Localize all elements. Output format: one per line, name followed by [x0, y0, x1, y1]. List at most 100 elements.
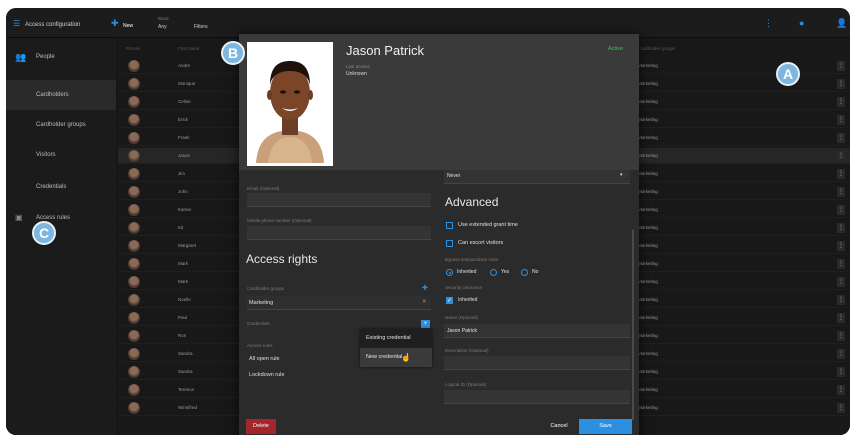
app-window: ☰ Access configuration ✚ New Basic Any F…	[6, 8, 850, 435]
row-menu-icon[interactable]: ⋮	[837, 295, 845, 305]
avatar	[128, 114, 140, 126]
add-group-icon[interactable]: ✚	[422, 284, 428, 292]
sidebar-item-cardholders[interactable]: Cardholders	[6, 80, 116, 110]
sidebar-section-people[interactable]: 👥 People	[6, 42, 116, 72]
name-value: Jason Patrick	[447, 328, 478, 334]
avatar	[128, 168, 140, 180]
column-header-first-name[interactable]: First name	[178, 46, 199, 51]
row-menu-icon[interactable]: ⋮	[837, 385, 845, 395]
sidebar-item-label: Visitors	[36, 152, 56, 158]
group-cell: Marketing	[638, 153, 658, 158]
sidebar: 👥 People Cardholders Cardholder groups V…	[6, 38, 116, 435]
first-name-cell: Erick	[178, 117, 188, 122]
avatar	[128, 240, 140, 252]
dialog-scrollbar[interactable]	[632, 230, 634, 420]
group-cell: Marketing	[638, 351, 658, 356]
expiry-value: Never	[447, 173, 461, 179]
row-menu-icon[interactable]: ⋮	[837, 169, 845, 179]
credential-menu: Existing credential New credential ☝	[360, 329, 432, 367]
access-rule-item[interactable]: Lockdown rule	[249, 372, 284, 378]
filters-button[interactable]: Filters	[194, 24, 208, 30]
escort-checkbox[interactable]	[446, 240, 453, 247]
row-menu-icon[interactable]: ⋮	[837, 241, 845, 251]
avatar	[128, 132, 140, 144]
row-menu-icon[interactable]: ⋮	[837, 223, 845, 233]
row-menu-icon[interactable]: ⋮	[837, 205, 845, 215]
plus-icon[interactable]: ✚	[111, 18, 119, 29]
avatar	[128, 402, 140, 414]
menu-item-existing-credential[interactable]: Existing credential	[360, 329, 432, 348]
access-rules-label: Access rules	[247, 343, 273, 348]
globe-icon[interactable]: ●	[799, 18, 804, 28]
add-credential-button[interactable]: +	[421, 320, 430, 328]
row-menu-icon[interactable]: ⋮	[837, 79, 845, 89]
first-name-cell: Mark	[178, 261, 188, 266]
group-cell: Marketing	[638, 117, 658, 122]
row-menu-icon[interactable]: ⋮	[837, 115, 845, 125]
cancel-button[interactable]: Cancel	[543, 419, 575, 434]
sidebar-item-visitors[interactable]: Visitors	[6, 140, 116, 170]
first-name-cell: Margaret	[178, 243, 197, 248]
remove-group-icon[interactable]: ✕	[422, 299, 427, 305]
menu-icon[interactable]: ☰	[13, 19, 20, 28]
description-field[interactable]	[444, 356, 630, 370]
last-access-label: Last access	[346, 64, 370, 69]
cardholder-name: Jason Patrick	[346, 43, 425, 58]
row-menu-icon[interactable]: ⋮	[837, 133, 845, 143]
any-dropdown[interactable]: Any	[158, 24, 167, 30]
row-menu-icon[interactable]: ⋮	[837, 349, 845, 359]
radio-no[interactable]	[521, 269, 528, 276]
sidebar-item-label: Credentials	[36, 184, 67, 190]
row-menu-icon[interactable]: ⋮	[837, 331, 845, 341]
row-menu-icon[interactable]: ⋮	[837, 61, 845, 71]
row-menu-icon[interactable]: ⋮	[837, 277, 845, 287]
first-name-cell: Celine	[178, 99, 191, 104]
row-menu-icon[interactable]: ⋮	[837, 97, 845, 107]
more-vert-icon[interactable]: ⋮	[764, 18, 773, 29]
save-button[interactable]: Save	[579, 419, 632, 434]
access-rules-icon: ▣	[15, 213, 23, 222]
group-cell: Marketing	[638, 261, 658, 266]
first-name-cell: Andre	[178, 63, 191, 68]
user-icon[interactable]: 👤	[836, 18, 847, 29]
first-name-cell: Monique	[178, 81, 196, 86]
new-button[interactable]: New	[123, 23, 133, 29]
phone-field[interactable]	[247, 226, 431, 240]
extended-grant-label: Use extended grant time	[458, 222, 518, 228]
group-cell: Marketing	[638, 243, 658, 248]
row-menu-icon[interactable]: ⋮	[837, 259, 845, 269]
cardholder-groups-label: Cardholder groups	[247, 286, 285, 291]
row-menu-icon[interactable]: ⋮	[837, 367, 845, 377]
row-menu-icon[interactable]: ⋮	[837, 403, 845, 413]
access-rule-item[interactable]: All open rule	[249, 356, 280, 362]
last-access-value: Unknown	[346, 71, 367, 77]
basic-label: Basic	[158, 16, 170, 21]
expiry-dropdown[interactable]	[444, 170, 630, 184]
row-menu-icon[interactable]: ⋮	[837, 187, 845, 197]
status-badge[interactable]: Active	[608, 46, 623, 52]
first-name-cell: Kit	[178, 225, 184, 230]
group-cell: Marketing	[638, 189, 658, 194]
delete-button[interactable]: Delete	[246, 419, 276, 434]
avatar	[128, 222, 140, 234]
first-name-cell: Winnifred	[178, 405, 198, 410]
column-header-groups[interactable]: Cardholder groups	[638, 46, 675, 51]
avatar	[128, 312, 140, 324]
menu-item-new-credential[interactable]: New credential	[360, 348, 432, 367]
email-label: Email (Optional)	[247, 186, 280, 191]
email-field[interactable]	[247, 193, 431, 207]
row-menu-icon[interactable]: ⋮	[837, 151, 845, 161]
column-header-picture[interactable]: Picture	[126, 46, 140, 51]
extended-grant-checkbox[interactable]	[446, 222, 453, 229]
group-cell: Marketing	[638, 333, 658, 338]
sidebar-item-credentials[interactable]: Credentials	[6, 172, 116, 202]
sidebar-item-cardholder-groups[interactable]: Cardholder groups	[6, 110, 116, 140]
radio-yes[interactable]	[490, 269, 497, 276]
row-menu-icon[interactable]: ⋮	[837, 313, 845, 323]
avatar	[128, 330, 140, 342]
sidebar-section-access-rules[interactable]: ▣ Access rules	[6, 203, 116, 233]
logical-id-field[interactable]	[444, 390, 630, 404]
security-inherited-checkbox[interactable]: ✓	[446, 297, 453, 304]
radio-inherited[interactable]	[446, 269, 453, 276]
cardholder-photo[interactable]	[247, 42, 333, 166]
